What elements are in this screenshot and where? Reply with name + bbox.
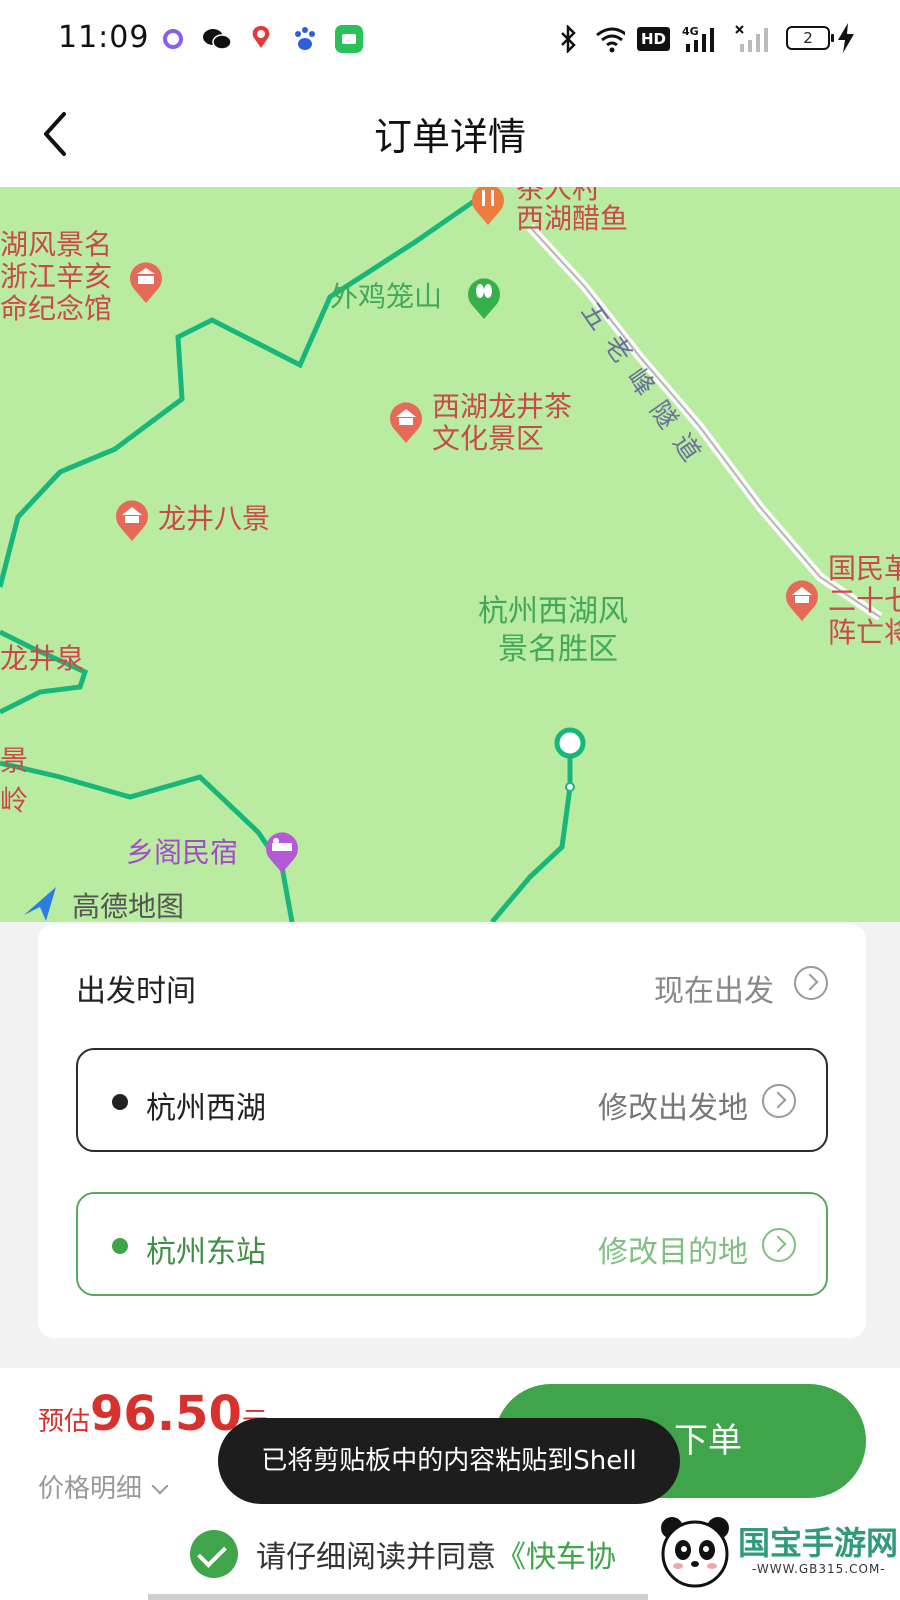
map-label: 杭州西湖风 — [478, 594, 628, 629]
map-brand: 高德地图 — [72, 890, 185, 923]
origin-dot-icon — [112, 1094, 128, 1110]
map-label: 龙井泉 — [0, 642, 85, 675]
map-label: 景 — [0, 744, 29, 777]
agreement-link[interactable]: 《快车协 — [496, 1532, 616, 1576]
map-label: 西湖龙井茶 — [432, 390, 573, 423]
map-label: 乡阁民宿 — [126, 836, 239, 869]
agreement-text: 请仔细阅读并同意 — [256, 1540, 496, 1575]
hotel-pin-icon — [266, 832, 298, 873]
map-label: 国民革 — [828, 552, 900, 585]
charging-icon — [838, 23, 854, 53]
map-label: 岭 — [0, 784, 29, 817]
green-app-icon — [334, 24, 364, 54]
edit-origin-link[interactable]: 修改出发地 — [598, 1083, 748, 1127]
edit-destination-link[interactable]: 修改目的地 — [598, 1227, 748, 1271]
map-label: 阵亡将 — [828, 616, 900, 649]
chevron-right-icon[interactable] — [762, 1228, 796, 1262]
scenic-pin-icon — [786, 580, 818, 621]
chevron-down-icon — [151, 1477, 169, 1495]
destination-dot-icon — [112, 1238, 128, 1254]
agreement-checkbox[interactable] — [190, 1530, 238, 1578]
museum-pin-icon — [130, 262, 162, 303]
system-icons: HD 4G — [553, 24, 770, 54]
map-label: 外鸡笼山 — [330, 280, 443, 313]
baidu-icon — [290, 24, 320, 54]
signal-off-icon — [734, 24, 770, 54]
estimate-amount: 96.50 — [90, 1386, 242, 1442]
signal-4g-icon: 4G — [682, 24, 722, 54]
map-label: 龙井八景 — [158, 502, 271, 535]
scenic-pin-icon — [116, 500, 148, 541]
map-label: 文化景区 — [432, 422, 545, 455]
bluetooth-icon — [553, 24, 583, 54]
map-label: 西湖醋鱼 — [516, 202, 629, 235]
destination-name: 杭州东站 — [146, 1235, 266, 1270]
map-logo-icon — [24, 887, 56, 921]
origin-field[interactable]: 杭州西湖 修改出发地 — [76, 1048, 828, 1152]
page-header: 订单详情 — [0, 80, 900, 187]
agreement-row: 请仔细阅读并同意 《快车协 — [190, 1530, 616, 1578]
map-label: 命纪念馆 — [0, 292, 113, 325]
price-detail-label: 价格明细 — [38, 1474, 143, 1504]
submit-order-label: 下单 — [674, 1421, 742, 1461]
site-watermark: 国宝手游网 -WWW.GB315.COM- — [648, 1506, 900, 1600]
map-label: 湖风景名 — [0, 228, 113, 261]
toast-message: 已将剪贴板中的内容粘贴到Shell — [218, 1418, 680, 1504]
map-pin-app-icon — [246, 24, 276, 54]
hd-badge: HD — [636, 27, 670, 51]
chevron-right-icon[interactable] — [762, 1084, 796, 1118]
wechat-icon — [202, 24, 232, 54]
chevron-right-icon[interactable] — [794, 966, 828, 1000]
departure-time-label: 出发时间 — [76, 974, 196, 1009]
panda-logo-icon — [661, 1517, 729, 1588]
map-label: 二十七 — [828, 584, 900, 617]
order-card: 出发时间 现在出发 杭州西湖 修改出发地 杭州东站 修改目的地 — [38, 924, 866, 1338]
battery-indicator: 2 — [786, 26, 834, 50]
park-pin-icon — [468, 278, 500, 319]
departure-time-value[interactable]: 现在出发 — [654, 966, 774, 1010]
restaurant-pin-icon — [472, 187, 504, 225]
watermark-text: 国宝手游网 — [738, 1524, 899, 1562]
svg-text:4G: 4G — [682, 25, 699, 38]
status-time: 11:09 — [58, 20, 150, 55]
watermark-url: -WWW.GB315.COM- — [752, 1562, 886, 1576]
notification-icons — [158, 24, 364, 54]
app-ring-icon — [158, 24, 188, 54]
estimate-label: 预估 — [38, 1407, 91, 1437]
route-map[interactable]: 茶人村 西湖醋鱼 湖风景名 浙江辛亥 命纪念馆 外鸡笼山 西湖龙井茶 文化景区 … — [0, 187, 900, 922]
status-bar: 11:09 HD 4G 2 — [0, 0, 900, 80]
wifi-icon — [595, 24, 625, 54]
page-title: 订单详情 — [373, 115, 526, 159]
scenic-pin-icon — [390, 402, 422, 443]
price-detail-toggle[interactable]: 价格明细 — [38, 1468, 169, 1505]
map-label: 景名胜区 — [498, 632, 618, 667]
map-label: 浙江辛亥 — [0, 260, 113, 293]
origin-name: 杭州西湖 — [146, 1091, 266, 1126]
destination-field[interactable]: 杭州东站 修改目的地 — [76, 1192, 828, 1296]
home-indicator — [148, 1594, 648, 1600]
